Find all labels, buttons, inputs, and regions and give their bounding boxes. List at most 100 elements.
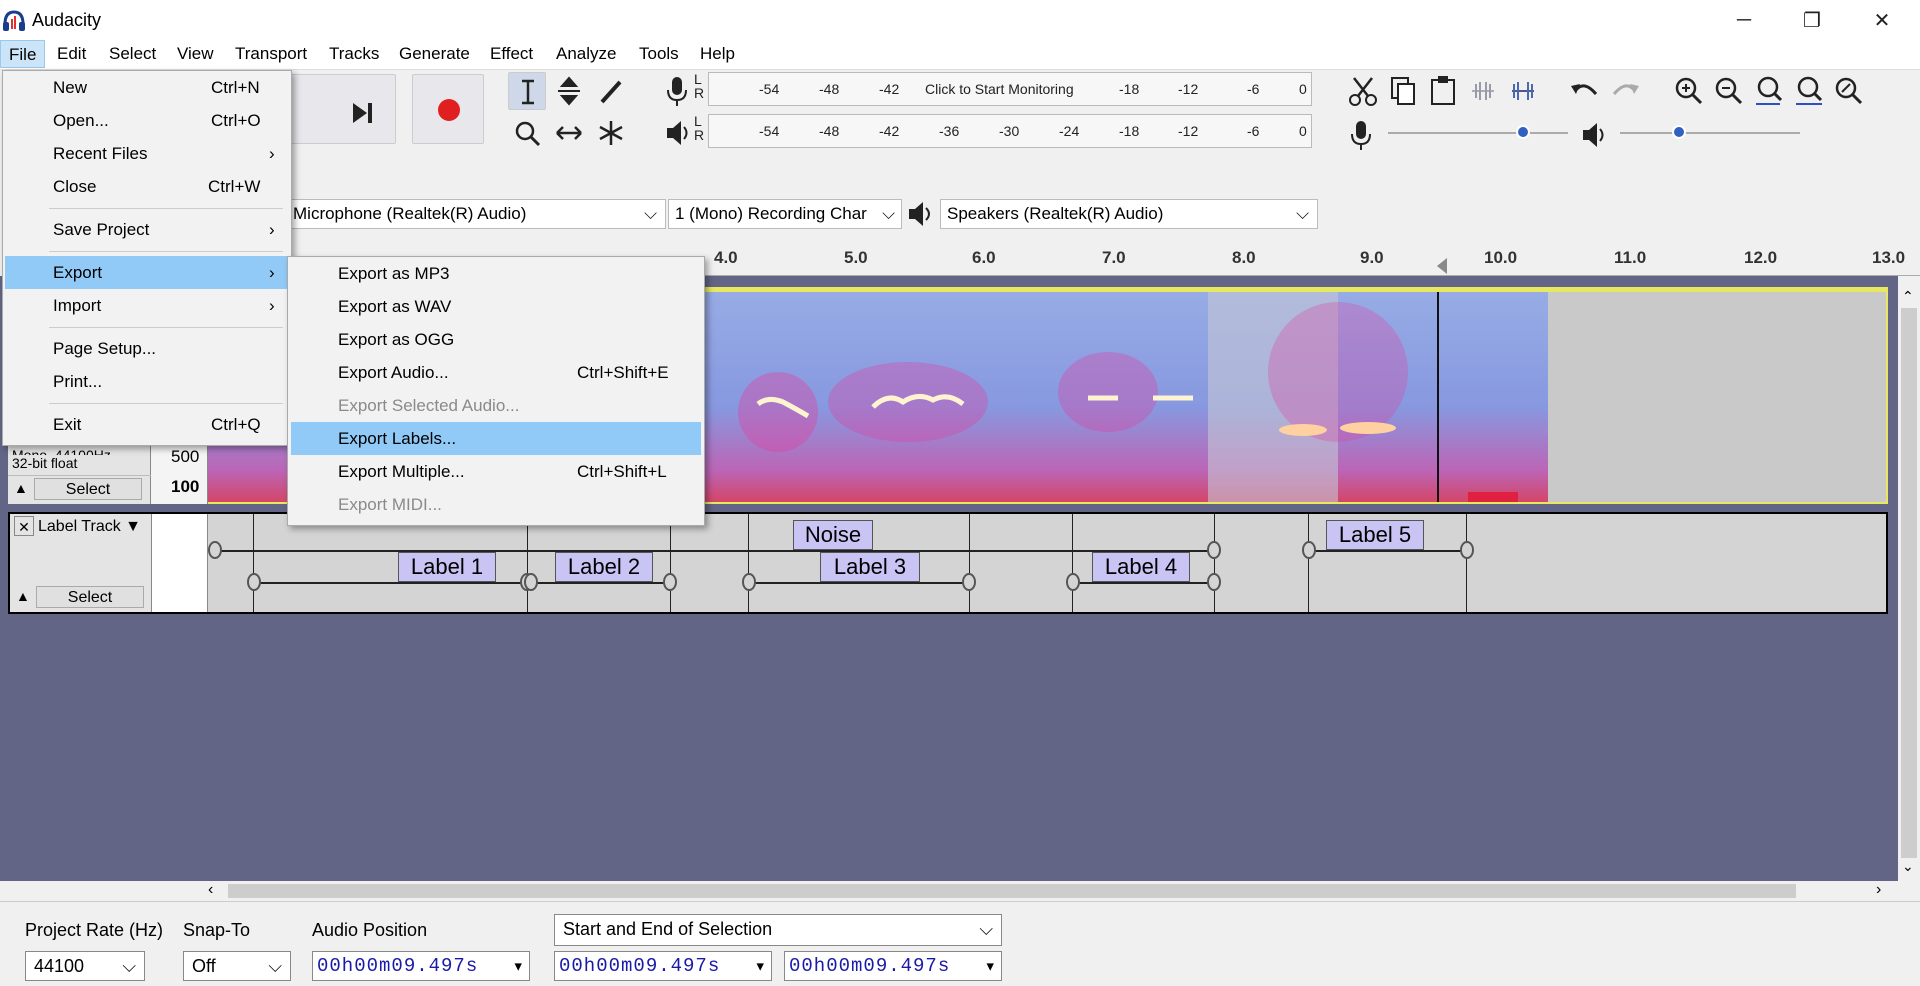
timeshift-tool-icon[interactable] — [550, 114, 588, 152]
selection-end-field[interactable]: 00h00m09.497s ▾ — [784, 951, 1002, 981]
record-meter[interactable]: -54 -48 -42 Click to Start Monitoring -1… — [708, 72, 1312, 106]
menu-effect[interactable]: Effect — [482, 40, 541, 68]
zoom-out-icon[interactable] — [1710, 72, 1748, 110]
selection-tool-icon[interactable] — [508, 72, 546, 110]
project-rate-select[interactable]: 44100 ⌵ — [25, 951, 145, 981]
microphone-icon[interactable] — [662, 74, 692, 108]
menu-item-save-project[interactable]: Save Project › — [3, 213, 291, 246]
menu-item-export-midi[interactable]: Export MIDI... — [288, 488, 704, 521]
playback-meter[interactable]: -54 -48 -42 -36 -30 -24 -18 -12 -6 0 — [708, 114, 1312, 148]
label-track-name-menu[interactable]: Label Track ▼ — [38, 516, 150, 538]
draw-tool-icon[interactable] — [592, 72, 630, 110]
silence-icon[interactable] — [1504, 72, 1542, 110]
slider-thumb[interactable] — [1516, 125, 1530, 139]
label-3[interactable]: Label 3 — [820, 552, 920, 582]
close-button[interactable]: ✕ — [1852, 0, 1912, 40]
cut-icon[interactable] — [1344, 72, 1382, 110]
menu-item-page-setup[interactable]: Page Setup... — [3, 332, 291, 365]
collapse-arrow-icon[interactable]: ▲ — [14, 480, 28, 496]
fit-selection-icon[interactable] — [1750, 72, 1788, 110]
menu-edit[interactable]: Edit — [49, 40, 94, 68]
horizontal-scroll-thumb[interactable] — [228, 884, 1796, 898]
menu-item-export-labels[interactable]: Export Labels... — [291, 422, 701, 455]
input-device-select[interactable]: Microphone (Realtek(R) Audio) ⌵ — [286, 199, 666, 229]
selection-mode-select[interactable]: Start and End of Selection ⌵ — [554, 914, 1002, 946]
menu-tools[interactable]: Tools — [631, 40, 687, 68]
speaker-icon[interactable] — [662, 116, 692, 150]
collapse-arrow-icon[interactable]: ▲ — [16, 588, 30, 604]
fit-project-icon[interactable] — [1790, 72, 1828, 110]
label-noise[interactable]: Noise — [793, 520, 873, 550]
menu-file[interactable]: File — [0, 40, 46, 68]
redo-icon[interactable] — [1606, 72, 1644, 110]
zoom-tool-icon[interactable] — [508, 114, 546, 152]
monitor-text[interactable]: Click to Start Monitoring — [925, 81, 1074, 97]
menu-item-export-ogg[interactable]: Export as OGG — [288, 323, 704, 356]
menu-item-close[interactable]: Close Ctrl+W — [3, 170, 291, 203]
label-handle[interactable] — [1207, 541, 1221, 559]
menu-item-export-wav[interactable]: Export as WAV — [288, 290, 704, 323]
scroll-right-icon[interactable]: › — [1876, 881, 1881, 899]
menu-help[interactable]: Help — [692, 40, 743, 68]
output-device-select[interactable]: Speakers (Realtek(R) Audio) ⌵ — [940, 199, 1318, 229]
zoom-toggle-icon[interactable] — [1830, 72, 1868, 110]
channels-select[interactable]: 1 (Mono) Recording Char ⌵ — [668, 199, 902, 229]
menu-item-recent-files[interactable]: Recent Files › — [3, 137, 291, 170]
label-track-select-button[interactable]: Select — [36, 586, 144, 608]
audio-track-select-button[interactable]: Select — [34, 478, 142, 500]
minimize-button[interactable]: ─ — [1714, 0, 1774, 40]
menu-item-export-mp3[interactable]: Export as MP3 — [288, 257, 704, 290]
label-handle[interactable] — [962, 573, 976, 591]
slider-thumb[interactable] — [1672, 125, 1686, 139]
label-5[interactable]: Label 5 — [1326, 520, 1424, 550]
snap-to-select[interactable]: Off ⌵ — [183, 951, 291, 981]
scroll-down-icon[interactable]: ⌄ — [1902, 858, 1914, 875]
menu-analyze[interactable]: Analyze — [548, 40, 624, 68]
menu-item-import[interactable]: Import › — [3, 289, 291, 322]
label-handle[interactable] — [247, 573, 261, 591]
label-handle[interactable] — [524, 573, 538, 591]
envelope-tool-icon[interactable] — [550, 72, 588, 110]
menu-select[interactable]: Select — [101, 40, 164, 68]
vertical-scrollbar[interactable]: ⌃ ⌄ — [1898, 286, 1920, 881]
menu-item-export-audio[interactable]: Export Audio... Ctrl+Shift+E — [288, 356, 704, 389]
label-handle[interactable] — [663, 573, 677, 591]
playback-volume-slider[interactable] — [1620, 125, 1800, 139]
close-track-icon[interactable]: ✕ — [14, 516, 34, 536]
menu-item-open[interactable]: Open... Ctrl+O — [3, 104, 291, 137]
selection-start-field[interactable]: 00h00m09.497s ▾ — [554, 951, 772, 981]
menu-item-export-multiple[interactable]: Export Multiple... Ctrl+Shift+L — [288, 455, 704, 488]
audio-position-field[interactable]: 00h00m09.497s ▾ — [312, 951, 530, 981]
label-handle[interactable] — [1207, 573, 1221, 591]
menu-tracks[interactable]: Tracks — [321, 40, 387, 68]
vertical-scroll-thumb[interactable] — [1901, 308, 1917, 858]
undo-icon[interactable] — [1566, 72, 1604, 110]
zoom-in-icon[interactable] — [1670, 72, 1708, 110]
copy-icon[interactable] — [1384, 72, 1422, 110]
menu-item-new[interactable]: New Ctrl+N — [3, 71, 291, 104]
paste-icon[interactable] — [1424, 72, 1462, 110]
skip-end-button[interactable] — [290, 74, 396, 144]
label-handle[interactable] — [1302, 541, 1316, 559]
menu-item-exit[interactable]: Exit Ctrl+Q — [3, 408, 291, 441]
horizontal-scrollbar[interactable]: ‹ › — [200, 881, 1898, 901]
label-2[interactable]: Label 2 — [555, 552, 653, 582]
menu-view[interactable]: View — [169, 40, 222, 68]
label-4[interactable]: Label 4 — [1092, 552, 1190, 582]
label-handle[interactable] — [208, 541, 222, 559]
scroll-left-icon[interactable]: ‹ — [208, 881, 213, 899]
menu-item-export-selected-audio[interactable]: Export Selected Audio... — [288, 389, 704, 422]
label-1[interactable]: Label 1 — [398, 552, 496, 582]
label-handle[interactable] — [1460, 541, 1474, 559]
label-handle[interactable] — [1066, 573, 1080, 591]
label-handle[interactable] — [742, 573, 756, 591]
menu-transport[interactable]: Transport — [227, 40, 315, 68]
multi-tool-icon[interactable] — [592, 114, 630, 152]
record-volume-slider[interactable] — [1388, 125, 1568, 139]
restore-button[interactable]: ❐ — [1782, 0, 1842, 40]
trim-icon[interactable] — [1464, 72, 1502, 110]
scroll-up-icon[interactable]: ⌃ — [1902, 288, 1914, 305]
menu-item-export[interactable]: Export › — [5, 256, 289, 289]
menu-item-print[interactable]: Print... — [3, 365, 291, 398]
record-button[interactable] — [412, 74, 484, 144]
